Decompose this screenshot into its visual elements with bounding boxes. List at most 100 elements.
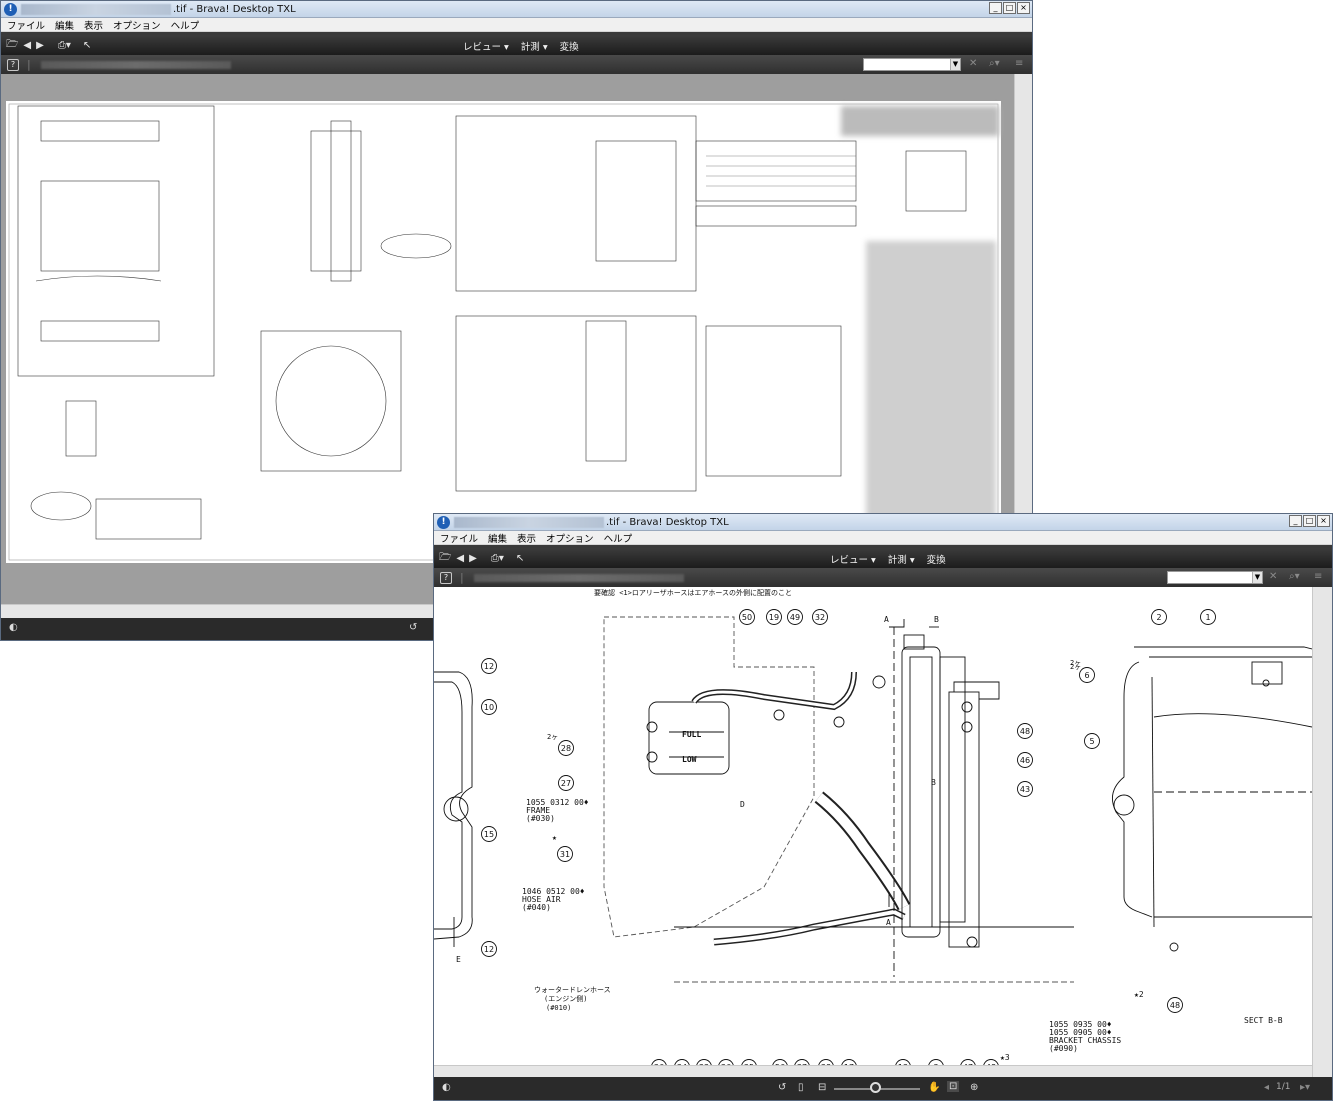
menu-measure[interactable]: 計測 ▾ [521, 39, 548, 53]
front-horizontal-scrollbar[interactable] [434, 1065, 1312, 1077]
star-3: ★3 [1000, 1053, 1010, 1062]
open-folder-icon[interactable]: 🗁 [6, 37, 18, 54]
callout-number: 1 [1205, 613, 1210, 622]
search-input[interactable]: ▼ [1167, 571, 1263, 584]
prev-page-icon[interactable]: ◂ [1264, 1082, 1269, 1093]
search-options-icon[interactable]: ⌕▾ [989, 58, 1000, 69]
help-button[interactable]: ? [440, 571, 452, 584]
forward-icon[interactable]: ▶ [469, 553, 477, 564]
menu-view[interactable]: 表示 [84, 18, 103, 32]
zoom-slider-thumb[interactable] [870, 1082, 881, 1093]
page-counter: 1/1 [1276, 1082, 1291, 1092]
front-secondary-toolbar: ? | ▼ ✕ ⌕▾ ≡ [434, 568, 1332, 587]
front-titlebar[interactable]: ! .tif - Brava! Desktop TXL _ □ × [434, 514, 1332, 531]
search-options-icon[interactable]: ⌕▾ [1289, 571, 1300, 582]
callout-number: 48 [1020, 727, 1030, 736]
callout-number: 12 [484, 662, 494, 671]
separator: | [460, 571, 464, 584]
forward-icon[interactable]: ▶ [36, 40, 44, 51]
zoomed-drawing: 5019493221612102827311512548464348363433… [434, 588, 1312, 1075]
mark-a-top: A [884, 615, 889, 624]
label-drain-3: (#010) [546, 1004, 571, 1012]
callout-number: 48 [1170, 1001, 1180, 1010]
pointer-icon[interactable]: ↖ [83, 40, 91, 51]
callout-balloons: 5019493221612102827311512548464348363433… [481, 609, 1216, 1075]
circle-half-icon[interactable]: ◐ [442, 1082, 451, 1093]
brava-app-icon: ! [4, 2, 17, 16]
close-button[interactable]: × [1317, 515, 1330, 527]
chevron-down-icon[interactable]: ▼ [950, 59, 960, 70]
brava-app-icon: ! [437, 515, 450, 529]
mark-b-mid: B [931, 778, 936, 787]
clear-search-icon[interactable]: ✕ [1269, 571, 1277, 582]
callout-number: 5 [1089, 737, 1094, 746]
print-icon[interactable]: ⎙▾ [58, 40, 71, 51]
page-icon[interactable]: ▯ [798, 1082, 804, 1093]
pointer-icon[interactable]: ↖ [516, 553, 524, 564]
callout-number: 43 [1020, 785, 1030, 794]
window-title: .tif - Brava! Desktop TXL [173, 3, 296, 15]
drawing-note: 要確認 <1>ロアリーザホースはエアホースの外側に配置のこと [594, 588, 792, 597]
minimize-button[interactable]: _ [1289, 515, 1302, 527]
callout-number: 12 [484, 945, 494, 954]
back-titlebar[interactable]: ! .tif - Brava! Desktop TXL _ □ × [1, 1, 1032, 18]
minimize-button[interactable]: _ [989, 2, 1002, 14]
menu-file[interactable]: ファイル [7, 18, 45, 32]
menu-options[interactable]: オプション [546, 531, 594, 545]
front-document-viewer[interactable]: 5019493221612102827311512548464348363433… [434, 587, 1312, 1077]
menu-edit[interactable]: 編集 [488, 531, 507, 545]
label-low: LOW [682, 755, 697, 764]
list-icon[interactable]: ≡ [1314, 571, 1322, 582]
search-input[interactable]: ▼ [863, 58, 961, 71]
pan-hand-icon[interactable]: ✋ [928, 1082, 940, 1093]
menu-edit[interactable]: 編集 [55, 18, 74, 32]
label-bracket-4: (#090) [1049, 1044, 1078, 1053]
callout-number: 31 [560, 850, 570, 859]
menu-options[interactable]: オプション [113, 18, 161, 32]
star-2: ★2 [1134, 990, 1144, 999]
mark-d: D [740, 800, 745, 809]
menu-measure[interactable]: 計測 ▾ [888, 552, 915, 566]
zoom-in-icon[interactable]: ⊕ [970, 1082, 978, 1093]
menu-help[interactable]: ヘルプ [171, 18, 200, 32]
next-page-icon[interactable]: ▸▾ [1300, 1082, 1310, 1093]
label-hose-3: (#040) [522, 903, 551, 912]
circle-half-icon[interactable]: ◐ [9, 622, 18, 633]
callout-number: 49 [790, 613, 800, 622]
back-icon[interactable]: ◀ [456, 553, 464, 564]
menu-file[interactable]: ファイル [440, 531, 478, 545]
menu-review[interactable]: レビュー ▾ [463, 39, 509, 53]
label-drain-1: ウォータードレンホース [534, 985, 611, 994]
menu-help[interactable]: ヘルプ [604, 531, 633, 545]
menu-view[interactable]: 表示 [517, 531, 536, 545]
open-folder-icon[interactable]: 🗁 [439, 550, 451, 567]
close-button[interactable]: × [1017, 2, 1030, 14]
list-icon[interactable]: ≡ [1015, 58, 1023, 69]
fit-page-icon[interactable]: ⊟ [818, 1082, 826, 1093]
menu-convert[interactable]: 変換 [927, 552, 946, 566]
front-menubar: ファイル 編集 表示 オプション ヘルプ [434, 531, 1332, 545]
rotate-icon[interactable]: ↺ [409, 622, 417, 633]
qty-2-left: 2ヶ [547, 733, 558, 741]
callout-number: 28 [561, 744, 571, 753]
label-frame-3: (#030) [526, 814, 555, 823]
redacted-filename [454, 516, 604, 528]
clear-search-icon[interactable]: ✕ [969, 58, 977, 69]
zoom-window-icon[interactable]: ⊡ [947, 1081, 960, 1092]
back-main-toolbar: 🗁 ◀ ▶ ⎙▾ ↖ レビュー ▾ 計測 ▾ 変換 [1, 35, 1032, 55]
back-icon[interactable]: ◀ [23, 40, 31, 51]
front-main-toolbar: 🗁 ◀ ▶ ⎙▾ ↖ レビュー ▾ 計測 ▾ 変換 [434, 548, 1332, 568]
menu-review[interactable]: レビュー ▾ [830, 552, 876, 566]
chevron-down-icon[interactable]: ▼ [1252, 572, 1262, 583]
maximize-button[interactable]: □ [1303, 515, 1316, 527]
help-button[interactable]: ? [7, 58, 19, 71]
callout-number: 15 [484, 830, 494, 839]
qty-2-far: 2ヶ [1070, 659, 1081, 667]
front-vertical-scrollbar[interactable] [1312, 587, 1332, 1077]
menu-convert[interactable]: 変換 [560, 39, 579, 53]
callout-number: 2 [1156, 613, 1161, 622]
maximize-button[interactable]: □ [1003, 2, 1016, 14]
rotate-icon[interactable]: ↺ [778, 1082, 786, 1093]
redacted-path [40, 60, 231, 69]
print-icon[interactable]: ⎙▾ [491, 553, 504, 564]
